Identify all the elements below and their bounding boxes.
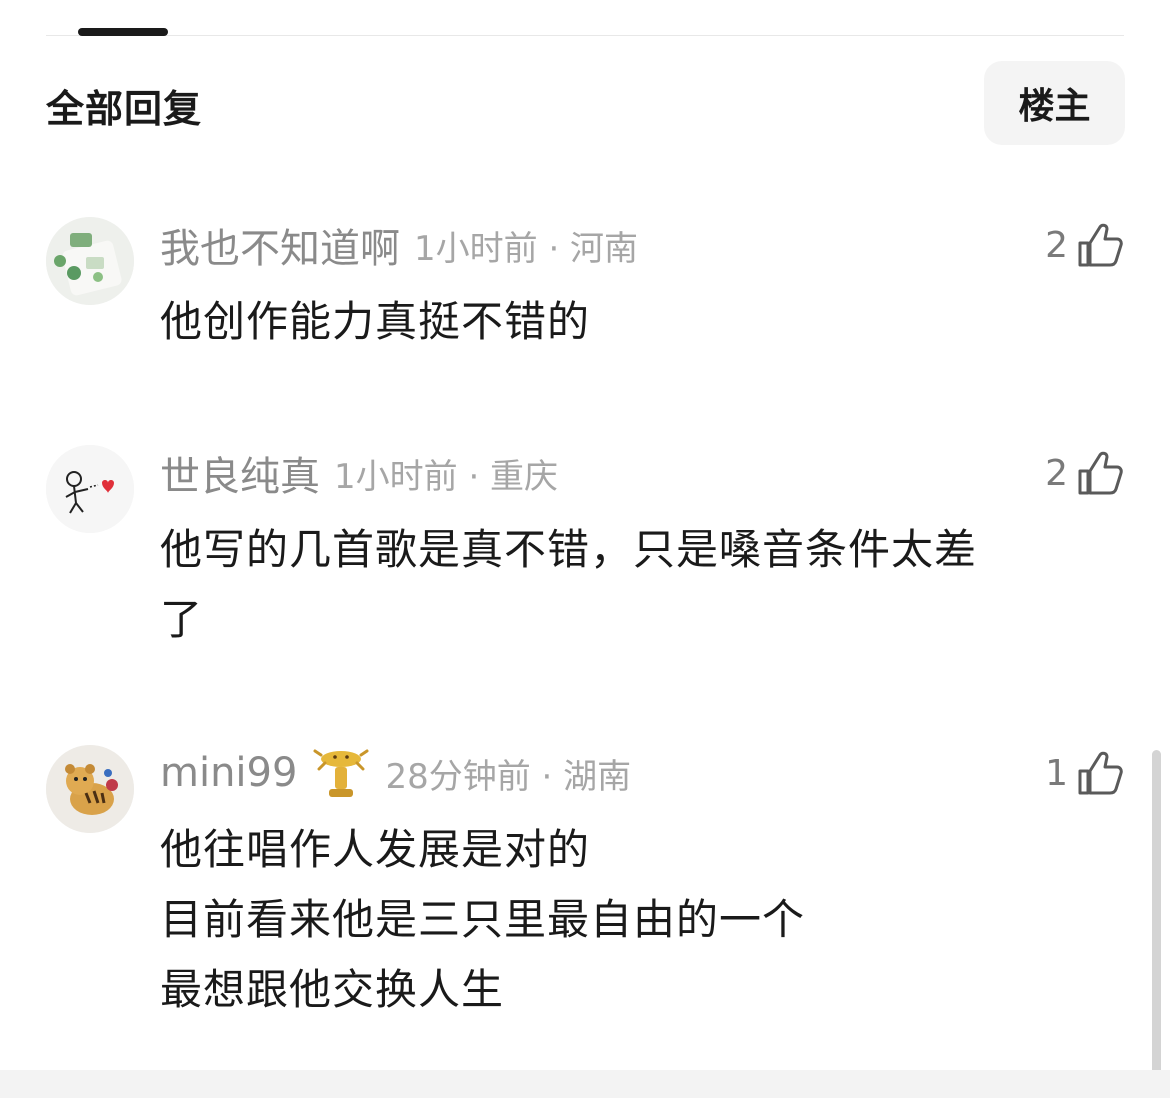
like-button[interactable]: 2	[1045, 215, 1124, 275]
comment-meta-line: 我也不知道啊 1小时前 · 河南	[160, 215, 638, 275]
like-count: 2	[1045, 224, 1068, 266]
tiger-toy-icon	[46, 745, 134, 833]
comment-text: 他写的几首歌是真不错，只是嗓音条件太差 了	[160, 525, 978, 644]
like-button[interactable]: 2	[1045, 443, 1124, 503]
like-count: 2	[1045, 452, 1068, 494]
reply-page: 全部回复 楼主 我也不知道啊 1小时前 · 河南 2 他创作能力真挺不错的 世良…	[0, 0, 1170, 1098]
thumbs-up-icon	[1078, 751, 1123, 795]
comment-meta-line: 世良纯真 1小时前 · 重庆	[160, 443, 558, 503]
all-replies-title: 全部回复	[46, 87, 203, 131]
time-location: 1小时前 · 河南	[414, 228, 639, 269]
comment-text: 他创作能力真挺不错的	[160, 297, 591, 346]
like-count: 1	[1045, 752, 1068, 794]
username[interactable]: 世良纯真	[160, 444, 320, 502]
scrollbar[interactable]	[1152, 750, 1161, 1080]
stick-figure-heart-icon	[46, 445, 134, 533]
thumbs-up-icon	[1078, 451, 1123, 495]
avatar[interactable]	[46, 217, 134, 305]
like-button[interactable]: 1	[1045, 743, 1124, 803]
op-only-filter-button[interactable]: 楼主	[984, 61, 1125, 145]
username[interactable]: 我也不知道啊	[160, 216, 400, 274]
top-divider	[46, 35, 1124, 36]
comment-meta-line: mini99 28分钟前 · 湖南	[160, 743, 631, 803]
golden-tiger-trophy-icon	[313, 749, 369, 797]
phone-case-photo-icon	[46, 217, 134, 305]
avatar[interactable]	[46, 745, 134, 833]
active-tab-indicator	[78, 28, 168, 36]
time-location: 1小时前 · 重庆	[334, 456, 559, 497]
comment-text: 他往唱作人发展是对的 目前看来他是三只里最自由的一个 最想跟他交换人生	[160, 825, 806, 1014]
username[interactable]: mini99	[160, 750, 297, 796]
time-location: 28分钟前 · 湖南	[385, 756, 632, 797]
bottom-strip	[0, 1070, 1170, 1098]
avatar[interactable]	[46, 445, 134, 533]
thumbs-up-icon	[1078, 223, 1123, 267]
